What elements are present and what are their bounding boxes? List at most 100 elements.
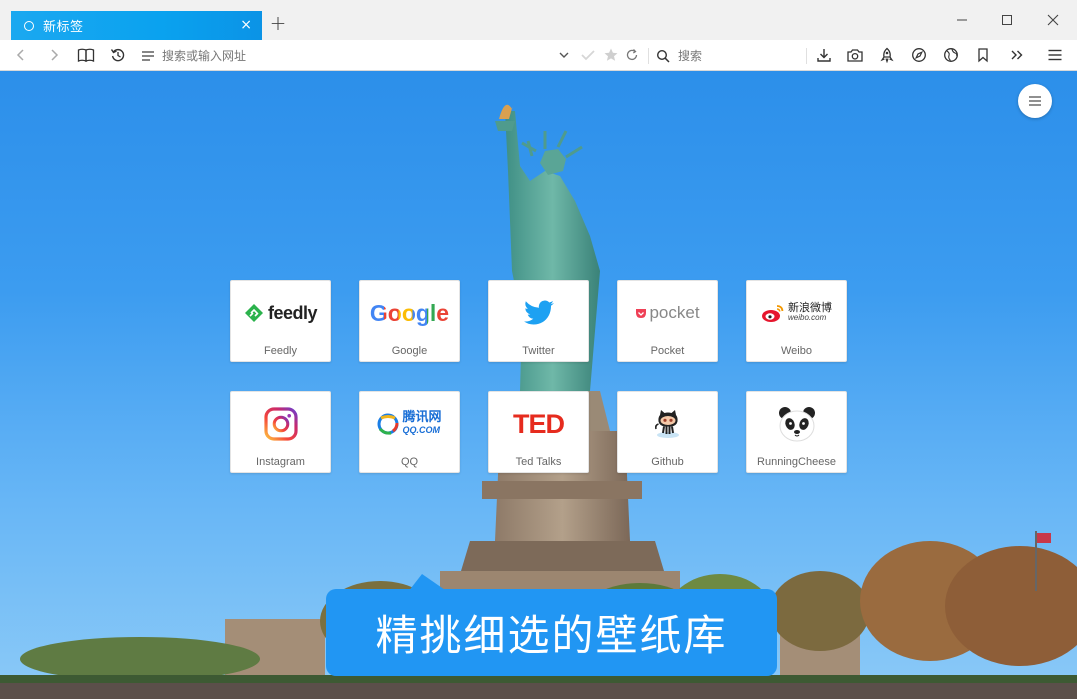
qq-wordmark-url: QQ.COM xyxy=(402,425,440,435)
speed-dial-instagram[interactable]: Instagram xyxy=(230,391,331,473)
speed-dial-github[interactable]: Github xyxy=(617,391,718,473)
speed-dial-google[interactable]: Google Google xyxy=(359,280,460,362)
speed-mode-button[interactable] xyxy=(876,44,898,66)
speed-dial-twitter[interactable]: Twitter xyxy=(488,280,589,362)
explore-button[interactable] xyxy=(908,44,930,66)
reload-icon xyxy=(626,49,638,61)
tab-close-button[interactable]: × xyxy=(240,17,252,33)
maximize-icon xyxy=(1002,15,1012,25)
google-logo: Google xyxy=(360,293,459,333)
instagram-logo xyxy=(231,404,330,444)
speed-dial-label: Google xyxy=(391,345,428,357)
book-icon xyxy=(77,48,95,62)
bookmarks-button[interactable] xyxy=(972,44,994,66)
speed-dial-label: Pocket xyxy=(650,345,685,357)
speed-dial-label: Twitter xyxy=(522,345,555,357)
github-logo xyxy=(618,404,717,444)
main-menu-button[interactable] xyxy=(1044,44,1066,66)
globe-user-icon xyxy=(944,48,958,62)
instagram-icon xyxy=(263,407,298,441)
speed-dial-weibo[interactable]: 新浪微博 weibo.com Weibo xyxy=(746,280,847,362)
back-arrow-icon xyxy=(16,49,24,61)
ted-wordmark: TED xyxy=(513,408,565,439)
twitter-bird-icon xyxy=(523,300,554,325)
screenshot-button[interactable] xyxy=(844,44,866,66)
speed-dial-label: RunningCheese xyxy=(757,456,836,468)
reader-mode-button[interactable] xyxy=(75,44,97,66)
speed-dial-pocket[interactable]: pocket Pocket xyxy=(617,280,718,362)
maximize-button[interactable] xyxy=(995,8,1019,32)
wallpaper-promo-banner: 精挑细选的壁纸库 xyxy=(326,589,777,676)
speed-dial-ted-talks[interactable]: TED Ted Talks xyxy=(488,391,589,473)
address-dropdown-button[interactable] xyxy=(553,44,575,66)
speed-dial-feedly[interactable]: feedly Feedly xyxy=(230,280,331,362)
tab-title: 新标签 xyxy=(43,20,84,35)
camera-icon xyxy=(847,49,863,62)
history-icon xyxy=(110,48,125,62)
qq-logo: 腾讯网 QQ.COM xyxy=(360,404,459,444)
checkmark-icon xyxy=(581,50,595,61)
speed-dial-label: Feedly xyxy=(263,345,298,357)
github-octocat-icon xyxy=(654,410,679,438)
title-bar: 新标签 × + xyxy=(0,0,1077,40)
panda-icon xyxy=(778,407,815,442)
bookmark-icon xyxy=(978,48,988,63)
feedly-wordmark: feedly xyxy=(267,302,318,323)
search-icon xyxy=(656,49,670,63)
google-wordmark: Google xyxy=(369,299,450,326)
pocket-wordmark: pocket xyxy=(649,303,700,322)
downloads-button[interactable] xyxy=(813,44,835,66)
minimize-button[interactable] xyxy=(950,8,974,32)
pocket-icon xyxy=(636,308,647,318)
rocket-icon xyxy=(880,47,894,63)
ted-logo: TED xyxy=(489,404,588,444)
weibo-wordmark: 新浪微博 weibo.com xyxy=(788,301,832,323)
user-account-button[interactable] xyxy=(940,44,962,66)
toolbar-divider xyxy=(648,48,649,64)
tab-new-tab[interactable]: 新标签 × xyxy=(11,11,262,40)
speed-dial-qq[interactable]: 腾讯网 QQ.COM QQ xyxy=(359,391,460,473)
weibo-wordmark-cn: 新浪微博 xyxy=(788,301,832,314)
weibo-logo: 新浪微博 weibo.com xyxy=(747,293,846,333)
close-icon xyxy=(1047,14,1059,26)
new-tab-page: feedly Feedly Google Google Twitter pock… xyxy=(0,71,1077,699)
feedly-logo: feedly xyxy=(231,293,330,333)
navigation-toolbar xyxy=(0,40,1077,71)
back-button[interactable] xyxy=(10,44,32,66)
new-tab-button[interactable]: + xyxy=(268,13,288,35)
compass-icon xyxy=(912,48,926,62)
pocket-logo: pocket xyxy=(618,293,717,333)
more-tools-button[interactable] xyxy=(1006,44,1028,66)
double-chevron-right-icon xyxy=(1011,50,1023,60)
reload-button[interactable] xyxy=(621,44,643,66)
tencent-news-icon xyxy=(377,413,399,435)
bookmark-star-button[interactable] xyxy=(600,44,622,66)
download-icon xyxy=(817,49,831,62)
qq-wordmark: 腾讯网 QQ.COM xyxy=(402,410,442,436)
speed-dial-grid: feedly Feedly Google Google Twitter pock… xyxy=(230,280,847,473)
qq-wordmark-cn: 腾讯网 xyxy=(402,410,442,425)
speed-dial-label: Github xyxy=(651,456,684,468)
star-icon xyxy=(604,48,618,61)
page-menu-icon xyxy=(142,50,154,61)
toolbar-divider xyxy=(806,48,807,64)
hamburger-menu-icon xyxy=(1048,49,1062,61)
address-input[interactable] xyxy=(162,48,542,63)
speed-dial-label: Ted Talks xyxy=(515,456,562,468)
search-bar[interactable] xyxy=(656,43,806,68)
twitter-logo xyxy=(489,293,588,333)
speed-dial-label: QQ xyxy=(400,456,419,468)
verify-button[interactable] xyxy=(577,44,599,66)
page-settings-button[interactable] xyxy=(1018,84,1052,118)
speed-dial-runningcheese[interactable]: RunningCheese xyxy=(746,391,847,473)
close-window-button[interactable] xyxy=(1041,8,1065,32)
chevron-down-icon xyxy=(559,52,569,58)
speed-dial-label: Instagram xyxy=(256,456,305,468)
search-input[interactable] xyxy=(678,48,788,63)
forward-arrow-icon xyxy=(51,49,59,61)
forward-button[interactable] xyxy=(43,44,65,66)
weibo-wordmark-url: weibo.com xyxy=(788,313,827,322)
speed-dial-label: Weibo xyxy=(781,345,812,357)
hamburger-menu-icon xyxy=(1029,96,1041,106)
history-button[interactable] xyxy=(107,44,129,66)
